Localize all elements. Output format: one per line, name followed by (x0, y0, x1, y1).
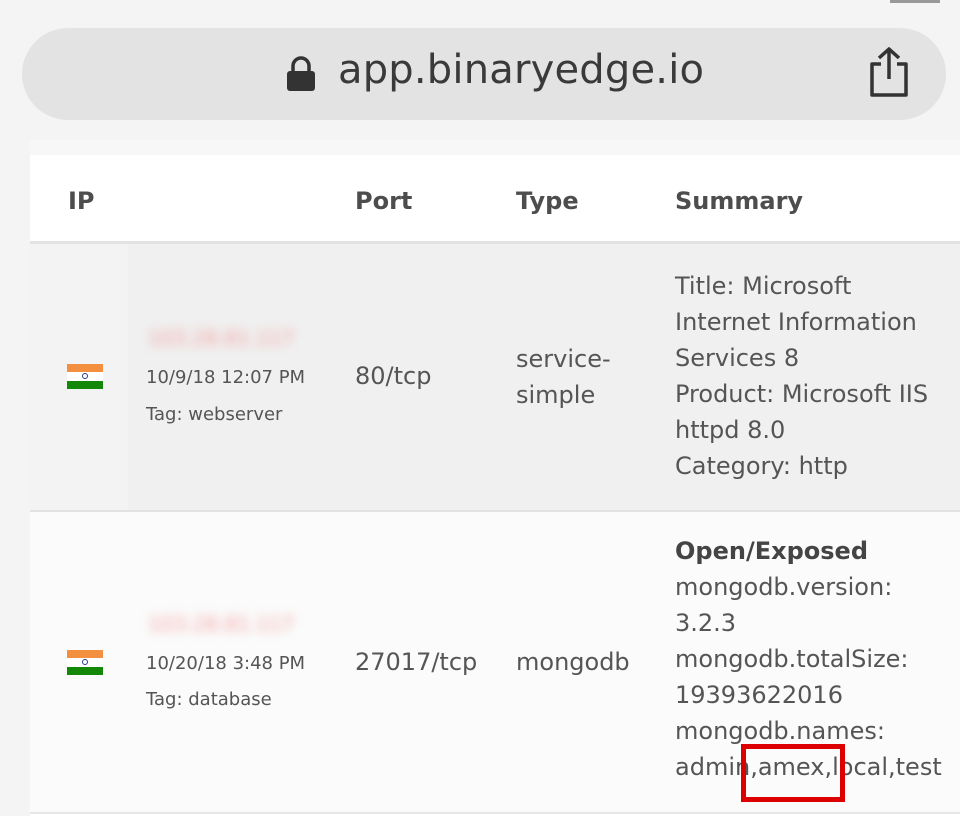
scan-date: 10/9/18 12:07 PM (146, 367, 306, 388)
ip-address-blurred[interactable]: 103.28.81.117 (148, 612, 308, 638)
summary-heading: Open/Exposed (675, 537, 868, 565)
url-text[interactable]: app.binaryedge.io (338, 47, 704, 93)
tag-label: Tag: database (146, 689, 272, 710)
type-value: mongodb (516, 648, 630, 676)
summary-text: Title: Microsoft Internet Information Se… (675, 272, 929, 480)
ip-address-blurred[interactable]: 103.28.81.117 (148, 326, 308, 352)
column-header-port[interactable]: Port (355, 187, 412, 215)
lock-icon (287, 56, 315, 91)
type-value: service- simple (516, 345, 611, 409)
port-value: 80/tcp (355, 362, 432, 390)
column-header-type[interactable]: Type (516, 187, 579, 215)
column-header-ip[interactable]: IP (68, 187, 95, 215)
india-flag-icon (67, 364, 103, 389)
scan-date: 10/20/18 3:48 PM (146, 653, 306, 674)
table-header (30, 155, 960, 244)
status-bar-indicator (890, 0, 940, 3)
india-flag-icon (67, 650, 103, 675)
highlight-box-annotation (741, 744, 845, 802)
share-icon[interactable] (866, 46, 912, 98)
port-value: 27017/tcp (355, 648, 478, 676)
tag-label: Tag: webserver (146, 404, 283, 425)
column-header-summary[interactable]: Summary (675, 187, 803, 215)
